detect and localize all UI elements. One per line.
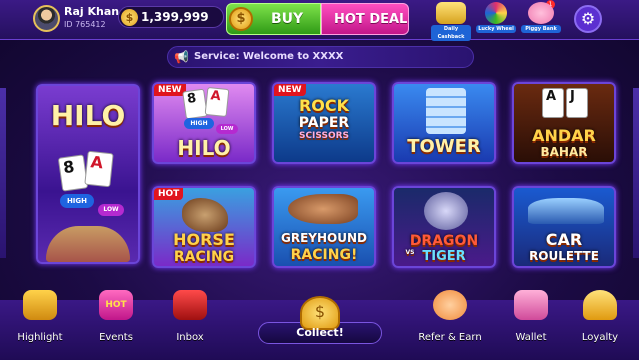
game-title-line2: RACING!: [290, 247, 358, 263]
megaphone-icon: 📢: [174, 50, 189, 64]
playing-card: A: [204, 86, 230, 118]
nav-label: Wallet: [515, 332, 547, 343]
buy-label: BUY: [271, 11, 304, 27]
playing-card: A: [84, 150, 114, 188]
nav-label: Highlight: [17, 332, 63, 343]
highlight-icon: [23, 290, 57, 320]
collect-button[interactable]: $ Collect!: [250, 296, 390, 360]
horse-art: [182, 198, 228, 232]
lucky-wheel-button[interactable]: Lucky Wheel: [476, 2, 516, 36]
game-tile-horse-racing[interactable]: HOT HORSE RACING: [152, 186, 256, 268]
game-tile-greyhound-racing[interactable]: GREYHOUND RACING!: [272, 186, 376, 268]
daily-cashback-label: Daily Cashback: [431, 25, 471, 41]
new-tag: NEW: [274, 84, 306, 96]
nav-loyalty[interactable]: Loyalty: [572, 288, 628, 358]
playing-card: A: [542, 88, 564, 118]
game-title-line1: GREYHOUND: [281, 231, 367, 245]
notice-text: Service: Welcome to XXXX: [194, 51, 344, 62]
playing-card: J: [566, 88, 588, 118]
piggy-bank-icon: [528, 2, 554, 24]
gear-icon: ⚙: [580, 9, 596, 28]
coin-balance-value: 1,399,999: [141, 10, 209, 24]
username: Raj Khan: [64, 5, 120, 18]
low-chip: LOW: [98, 204, 124, 216]
nav-label: Refer & Earn: [418, 332, 482, 343]
game-tile-hilo[interactable]: NEW 8 A HIGH LOW HILO: [152, 82, 256, 164]
nav-events[interactable]: HOT Events: [88, 288, 144, 358]
nav-label: Inbox: [176, 332, 204, 343]
nav-highlight[interactable]: Highlight: [12, 288, 68, 358]
game-tile-car-roulette[interactable]: CAR ROULETTE: [512, 186, 616, 268]
new-tag: NEW: [154, 84, 186, 96]
coin-icon: $: [121, 9, 138, 26]
nav-refer-earn[interactable]: Refer & Earn: [418, 288, 482, 358]
game-title-line1: HORSE: [173, 230, 235, 249]
game-title-line1: DRAGON: [409, 233, 479, 249]
car-art: [528, 198, 604, 224]
game-title: TOWER: [407, 136, 481, 157]
nav-inbox[interactable]: Inbox: [162, 288, 218, 358]
casino-building-art: [46, 226, 130, 262]
treasure-chest-icon: [436, 2, 466, 24]
scroll-edge-left[interactable]: [0, 88, 6, 258]
tower-icon: [426, 88, 466, 134]
nav-label: Loyalty: [581, 332, 619, 343]
nav-label: Events: [99, 332, 133, 343]
game-tile-hilo-featured[interactable]: HILO 8 A HIGH LOW: [36, 84, 140, 264]
game-title-line2: ROULETTE: [529, 249, 599, 263]
settings-button[interactable]: ⚙: [574, 5, 602, 33]
hot-tag: HOT: [154, 188, 184, 200]
dog-art: [288, 194, 358, 224]
game-tile-dragon-vs-tiger[interactable]: DRAGON VS TIGER: [392, 186, 496, 268]
game-tile-tower[interactable]: TOWER: [392, 82, 496, 164]
playing-card: 8: [57, 154, 89, 192]
high-chip: HIGH: [184, 118, 214, 129]
game-title: HILO: [177, 136, 231, 160]
game-tile-andar-bahar[interactable]: A J ANDAR BAHAR: [512, 82, 616, 164]
hot-deal-label: HOT DEAL: [334, 12, 408, 27]
collect-label: Collect!: [296, 326, 344, 339]
coin-icon: $: [229, 7, 253, 31]
mailbox-icon: [173, 290, 207, 320]
coin-balance[interactable]: $ 1,399,999: [118, 6, 224, 28]
nav-wallet[interactable]: Wallet: [503, 288, 559, 358]
low-chip: LOW: [216, 124, 238, 134]
lobby-screen: Raj Khan ID 765412 $ 1,399,999 $ BUY HOT…: [0, 0, 639, 360]
trophy-icon: [583, 290, 617, 320]
buy-button[interactable]: $ BUY: [226, 3, 321, 35]
piggy-bank-label: Piggy Bank: [521, 25, 561, 33]
game-title: HILO: [50, 99, 126, 132]
game-tile-rock-paper-scissors[interactable]: NEW ROCK PAPER SCISSORS: [272, 82, 376, 164]
tiger-art: [424, 192, 468, 230]
user-id: ID 765412: [64, 20, 106, 29]
lucky-wheel-label: Lucky Wheel: [476, 25, 516, 33]
daily-cashback-button[interactable]: Daily Cashback: [431, 2, 471, 41]
game-title-line2: TIGER: [422, 249, 466, 264]
scroll-edge-right[interactable]: [633, 88, 639, 258]
playing-card: 8: [182, 88, 208, 120]
top-bar: Raj Khan ID 765412 $ 1,399,999 $ BUY HOT…: [0, 0, 639, 41]
avatar[interactable]: [33, 5, 60, 32]
game-title-line3: SCISSORS: [298, 131, 350, 141]
game-title-line1: CAR: [545, 230, 583, 249]
high-chip: HIGH: [60, 194, 94, 208]
game-title-line1: ANDAR: [532, 126, 596, 145]
wallet-icon: [514, 290, 548, 320]
game-title-line2: PAPER: [298, 115, 350, 131]
service-notice: 📢 Service: Welcome to XXXX: [167, 46, 474, 68]
game-title-line1: ROCK: [298, 96, 350, 115]
coin-icon: $: [300, 296, 340, 330]
game-title-line2: BAHAR: [540, 145, 588, 159]
events-icon: HOT: [99, 290, 133, 320]
piggy-bank-button[interactable]: Piggy Bank: [521, 2, 561, 36]
wheel-icon: [485, 2, 507, 24]
game-title-line2: RACING: [173, 249, 235, 265]
mascot-icon: [433, 290, 467, 320]
hot-deal-button[interactable]: HOT DEAL: [321, 3, 409, 35]
